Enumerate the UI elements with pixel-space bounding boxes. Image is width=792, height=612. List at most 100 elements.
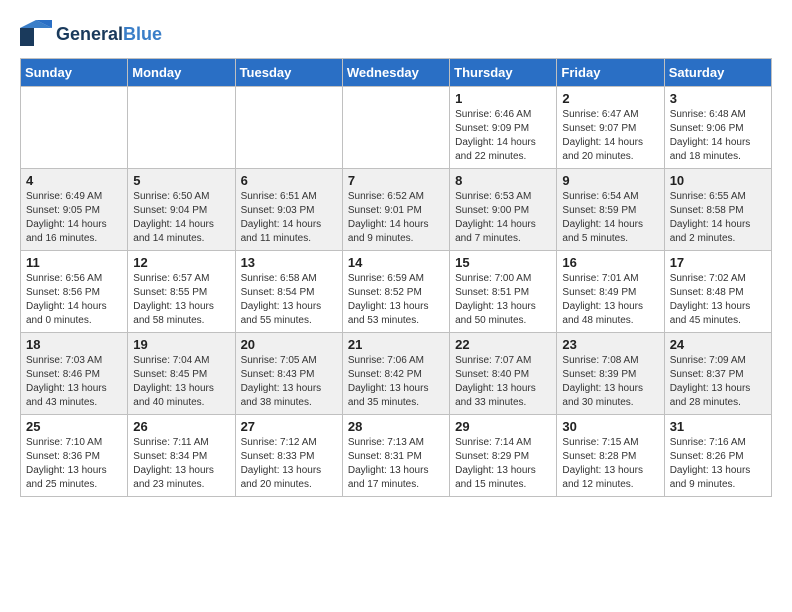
day-number: 23	[562, 337, 658, 352]
logo: GeneralBlue	[20, 20, 162, 48]
day-info: Sunrise: 6:58 AMSunset: 8:54 PMDaylight:…	[241, 272, 337, 328]
calendar-table: SundayMondayTuesdayWednesdayThursdayFrid…	[20, 58, 772, 497]
day-number: 9	[562, 173, 658, 188]
calendar-cell: 25Sunrise: 7:10 AMSunset: 8:36 PMDayligh…	[21, 415, 128, 497]
calendar-cell: 13 Sunrise: 6:58 AMSunset: 8:54 PMDayligh…	[235, 251, 342, 333]
day-number: 3	[670, 91, 766, 106]
day-info: Sunrise: 6:52 AMSunset: 9:01 PMDaylight:…	[348, 190, 444, 246]
day-info: Sunrise: 6:59 AMSunset: 8:52 PMDaylight:…	[348, 272, 444, 328]
calendar-cell: 27 Sunrise: 7:12 AMSunset: 8:33 PMDayligh…	[235, 415, 342, 497]
calendar-cell: 16 Sunrise: 7:01 AMSunset: 8:49 PMDayligh…	[557, 251, 664, 333]
calendar-cell: 28Sunrise: 7:13 AMSunset: 8:31 PMDayligh…	[342, 415, 449, 497]
day-info: Sunrise: 7:13 AMSunset: 8:31 PMDaylight:…	[348, 436, 444, 492]
day-number: 12	[133, 255, 229, 270]
day-info: Sunrise: 6:53 AMSunset: 9:00 PMDaylight:…	[455, 190, 551, 246]
calendar-cell: 19 Sunrise: 7:04 AMSunset: 8:45 PMDayligh…	[128, 333, 235, 415]
day-number: 6	[241, 173, 337, 188]
day-info: Sunrise: 7:12 AMSunset: 8:33 PMDaylight:…	[241, 436, 337, 492]
weekday-header-tuesday: Tuesday	[235, 59, 342, 87]
day-number: 11	[26, 255, 122, 270]
day-number: 8	[455, 173, 551, 188]
day-info: Sunrise: 7:06 AMSunset: 8:42 PMDaylight:…	[348, 354, 444, 410]
calendar-cell: 30 Sunrise: 7:15 AMSunset: 8:28 PMDayligh…	[557, 415, 664, 497]
logo-general: General	[56, 24, 123, 44]
page-header: GeneralBlue	[20, 20, 772, 48]
day-number: 24	[670, 337, 766, 352]
day-number: 20	[241, 337, 337, 352]
calendar-cell: 11 Sunrise: 6:56 AMSunset: 8:56 PMDayligh…	[21, 251, 128, 333]
day-number: 16	[562, 255, 658, 270]
calendar-cell: 10 Sunrise: 6:55 AMSunset: 8:58 PMDayligh…	[664, 169, 771, 251]
day-number: 19	[133, 337, 229, 352]
day-info: Sunrise: 6:54 AMSunset: 8:59 PMDaylight:…	[562, 190, 658, 246]
calendar-cell: 12 Sunrise: 6:57 AMSunset: 8:55 PMDayligh…	[128, 251, 235, 333]
day-number: 1	[455, 91, 551, 106]
day-info: Sunrise: 6:55 AMSunset: 8:58 PMDaylight:…	[670, 190, 766, 246]
calendar-cell: 29 Sunrise: 7:14 AMSunset: 8:29 PMDayligh…	[450, 415, 557, 497]
calendar-cell: 14 Sunrise: 6:59 AMSunset: 8:52 PMDayligh…	[342, 251, 449, 333]
day-info: Sunrise: 7:09 AMSunset: 8:37 PMDaylight:…	[670, 354, 766, 410]
day-number: 25	[26, 419, 122, 434]
day-number: 22	[455, 337, 551, 352]
day-number: 7	[348, 173, 444, 188]
calendar-cell: 4 Sunrise: 6:49 AMSunset: 9:05 PMDaylight…	[21, 169, 128, 251]
weekday-header-friday: Friday	[557, 59, 664, 87]
day-info: Sunrise: 7:05 AMSunset: 8:43 PMDaylight:…	[241, 354, 337, 410]
day-info: Sunrise: 7:01 AMSunset: 8:49 PMDaylight:…	[562, 272, 658, 328]
day-number: 18	[26, 337, 122, 352]
calendar-cell: 20 Sunrise: 7:05 AMSunset: 8:43 PMDayligh…	[235, 333, 342, 415]
day-info: Sunrise: 7:16 AMSunset: 8:26 PMDaylight:…	[670, 436, 766, 492]
day-info: Sunrise: 7:11 AMSunset: 8:34 PMDaylight:…	[133, 436, 229, 492]
day-info: Sunrise: 7:02 AMSunset: 8:48 PMDaylight:…	[670, 272, 766, 328]
weekday-header-wednesday: Wednesday	[342, 59, 449, 87]
calendar-cell: 15 Sunrise: 7:00 AMSunset: 8:51 PMDayligh…	[450, 251, 557, 333]
calendar-cell	[235, 87, 342, 169]
logo-icon	[20, 20, 52, 48]
day-info: Sunrise: 6:50 AMSunset: 9:04 PMDaylight:…	[133, 190, 229, 246]
day-number: 5	[133, 173, 229, 188]
day-info: Sunrise: 6:49 AMSunset: 9:05 PMDaylight:…	[26, 190, 122, 246]
calendar-cell: 18 Sunrise: 7:03 AMSunset: 8:46 PMDayligh…	[21, 333, 128, 415]
day-number: 4	[26, 173, 122, 188]
calendar-cell: 23Sunrise: 7:08 AMSunset: 8:39 PMDayligh…	[557, 333, 664, 415]
day-number: 29	[455, 419, 551, 434]
day-number: 14	[348, 255, 444, 270]
calendar-cell: 5 Sunrise: 6:50 AMSunset: 9:04 PMDaylight…	[128, 169, 235, 251]
calendar-cell	[128, 87, 235, 169]
calendar-cell: 1Sunrise: 6:46 AMSunset: 9:09 PMDaylight…	[450, 87, 557, 169]
calendar-cell: 26 Sunrise: 7:11 AMSunset: 8:34 PMDayligh…	[128, 415, 235, 497]
day-info: Sunrise: 6:47 AMSunset: 9:07 PMDaylight:…	[562, 108, 658, 164]
day-info: Sunrise: 7:14 AMSunset: 8:29 PMDaylight:…	[455, 436, 551, 492]
calendar-cell: 8 Sunrise: 6:53 AMSunset: 9:00 PMDaylight…	[450, 169, 557, 251]
calendar-cell: 9 Sunrise: 6:54 AMSunset: 8:59 PMDaylight…	[557, 169, 664, 251]
calendar-cell: 31 Sunrise: 7:16 AMSunset: 8:26 PMDayligh…	[664, 415, 771, 497]
calendar-cell: 21Sunrise: 7:06 AMSunset: 8:42 PMDayligh…	[342, 333, 449, 415]
day-number: 13	[241, 255, 337, 270]
day-number: 31	[670, 419, 766, 434]
day-number: 30	[562, 419, 658, 434]
day-info: Sunrise: 6:57 AMSunset: 8:55 PMDaylight:…	[133, 272, 229, 328]
weekday-header-thursday: Thursday	[450, 59, 557, 87]
day-number: 2	[562, 91, 658, 106]
weekday-header-sunday: Sunday	[21, 59, 128, 87]
day-info: Sunrise: 7:03 AMSunset: 8:46 PMDaylight:…	[26, 354, 122, 410]
logo-blue: Blue	[123, 24, 162, 44]
calendar-cell	[21, 87, 128, 169]
day-info: Sunrise: 6:56 AMSunset: 8:56 PMDaylight:…	[26, 272, 122, 328]
calendar-cell: 2 Sunrise: 6:47 AMSunset: 9:07 PMDaylight…	[557, 87, 664, 169]
day-info: Sunrise: 7:15 AMSunset: 8:28 PMDaylight:…	[562, 436, 658, 492]
day-number: 27	[241, 419, 337, 434]
calendar-cell: 6 Sunrise: 6:51 AMSunset: 9:03 PMDaylight…	[235, 169, 342, 251]
day-number: 17	[670, 255, 766, 270]
day-info: Sunrise: 7:00 AMSunset: 8:51 PMDaylight:…	[455, 272, 551, 328]
calendar-cell: 22Sunrise: 7:07 AMSunset: 8:40 PMDayligh…	[450, 333, 557, 415]
day-info: Sunrise: 6:51 AMSunset: 9:03 PMDaylight:…	[241, 190, 337, 246]
day-number: 10	[670, 173, 766, 188]
day-info: Sunrise: 6:48 AMSunset: 9:06 PMDaylight:…	[670, 108, 766, 164]
day-number: 26	[133, 419, 229, 434]
weekday-header-saturday: Saturday	[664, 59, 771, 87]
calendar-cell	[342, 87, 449, 169]
day-info: Sunrise: 7:04 AMSunset: 8:45 PMDaylight:…	[133, 354, 229, 410]
day-number: 15	[455, 255, 551, 270]
weekday-header-monday: Monday	[128, 59, 235, 87]
